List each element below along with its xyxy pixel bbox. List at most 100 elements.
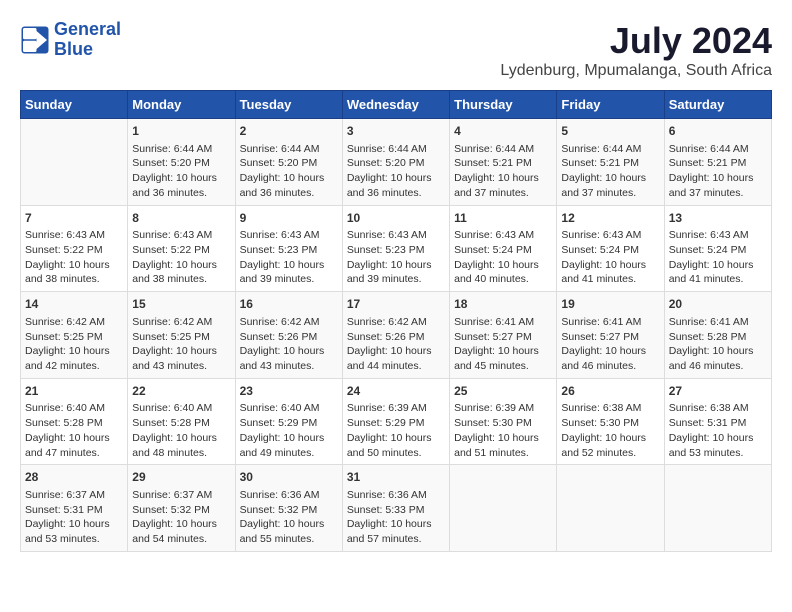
day-number: 22 [132, 383, 230, 400]
day-cell: 19 Sunrise: 6:41 AMSunset: 5:27 PMDayligh… [557, 292, 664, 379]
day-info: Sunrise: 6:44 AMSunset: 5:21 PMDaylight:… [561, 142, 659, 201]
day-cell: 12Sunrise: 6:43 AMSunset: 5:24 PMDayligh… [557, 205, 664, 292]
calendar-header: SundayMondayTuesdayWednesdayThursdayFrid… [21, 91, 772, 119]
day-cell: 9Sunrise: 6:43 AMSunset: 5:23 PMDaylight… [235, 205, 342, 292]
day-number: 12 [561, 210, 659, 227]
day-cell [21, 119, 128, 206]
day-cell: 14 Sunrise: 6:42 AMSunset: 5:25 PMDayligh… [21, 292, 128, 379]
day-cell: 17 Sunrise: 6:42 AMSunset: 5:26 PMDayligh… [342, 292, 449, 379]
day-number: 3 [347, 123, 445, 140]
day-info: Sunrise: 6:38 AMSunset: 5:31 PMDaylight:… [669, 401, 767, 460]
day-number: 24 [347, 383, 445, 400]
day-cell: 18 Sunrise: 6:41 AMSunset: 5:27 PMDayligh… [450, 292, 557, 379]
day-number: 18 [454, 296, 552, 313]
day-number: 14 [25, 296, 123, 313]
day-cell: 6 Sunrise: 6:44 AMSunset: 5:21 PMDaylight… [664, 119, 771, 206]
day-cell [557, 465, 664, 552]
day-info: Sunrise: 6:40 AMSunset: 5:29 PMDaylight:… [240, 401, 338, 460]
calendar-body: 1Sunrise: 6:44 AMSunset: 5:20 PMDaylight… [21, 119, 772, 552]
day-info: Sunrise: 6:42 AMSunset: 5:25 PMDaylight:… [132, 315, 230, 374]
day-cell: 7Sunrise: 6:43 AMSunset: 5:22 PMDaylight… [21, 205, 128, 292]
header-cell-sunday: Sunday [21, 91, 128, 119]
day-number: 2 [240, 123, 338, 140]
week-row-5: 28Sunrise: 6:37 AMSunset: 5:31 PMDayligh… [21, 465, 772, 552]
day-number: 4 [454, 123, 552, 140]
day-number: 19 [561, 296, 659, 313]
day-info: Sunrise: 6:44 AMSunset: 5:21 PMDaylight:… [454, 142, 552, 201]
calendar-title: July 2024 [500, 20, 772, 62]
day-number: 5 [561, 123, 659, 140]
day-info: Sunrise: 6:43 AMSunset: 5:22 PMDaylight:… [132, 228, 230, 287]
week-row-4: 21Sunrise: 6:40 AMSunset: 5:28 PMDayligh… [21, 378, 772, 465]
day-number: 6 [669, 123, 767, 140]
day-number: 21 [25, 383, 123, 400]
day-cell: 1Sunrise: 6:44 AMSunset: 5:20 PMDaylight… [128, 119, 235, 206]
day-number: 27 [669, 383, 767, 400]
day-cell: 26Sunrise: 6:38 AMSunset: 5:30 PMDayligh… [557, 378, 664, 465]
day-info: Sunrise: 6:43 AMSunset: 5:24 PMDaylight:… [669, 228, 767, 287]
day-number: 10 [347, 210, 445, 227]
day-number: 13 [669, 210, 767, 227]
page-header: General Blue July 2024 Lydenburg, Mpumal… [20, 20, 772, 80]
day-info: Sunrise: 6:41 AMSunset: 5:27 PMDaylight:… [454, 315, 552, 374]
week-row-3: 14 Sunrise: 6:42 AMSunset: 5:25 PMDayligh… [21, 292, 772, 379]
day-info: Sunrise: 6:40 AMSunset: 5:28 PMDaylight:… [132, 401, 230, 460]
day-number: 15 [132, 296, 230, 313]
header-cell-wednesday: Wednesday [342, 91, 449, 119]
day-info: Sunrise: 6:43 AMSunset: 5:24 PMDaylight:… [561, 228, 659, 287]
title-block: July 2024 Lydenburg, Mpumalanga, South A… [500, 20, 772, 80]
day-info: Sunrise: 6:37 AMSunset: 5:31 PMDaylight:… [25, 488, 123, 547]
header-cell-saturday: Saturday [664, 91, 771, 119]
day-cell: 4 Sunrise: 6:44 AMSunset: 5:21 PMDaylight… [450, 119, 557, 206]
day-info: Sunrise: 6:44 AMSunset: 5:20 PMDaylight:… [347, 142, 445, 201]
day-number: 20 [669, 296, 767, 313]
day-cell: 5 Sunrise: 6:44 AMSunset: 5:21 PMDaylight… [557, 119, 664, 206]
day-info: Sunrise: 6:36 AMSunset: 5:33 PMDaylight:… [347, 488, 445, 547]
day-cell: 2Sunrise: 6:44 AMSunset: 5:20 PMDaylight… [235, 119, 342, 206]
day-info: Sunrise: 6:43 AMSunset: 5:23 PMDaylight:… [240, 228, 338, 287]
day-info: Sunrise: 6:37 AMSunset: 5:32 PMDaylight:… [132, 488, 230, 547]
day-number: 25 [454, 383, 552, 400]
header-cell-tuesday: Tuesday [235, 91, 342, 119]
header-cell-monday: Monday [128, 91, 235, 119]
day-info: Sunrise: 6:42 AMSunset: 5:25 PMDaylight:… [25, 315, 123, 374]
day-cell: 27Sunrise: 6:38 AMSunset: 5:31 PMDayligh… [664, 378, 771, 465]
day-cell: 3 Sunrise: 6:44 AMSunset: 5:20 PMDaylight… [342, 119, 449, 206]
day-cell: 10Sunrise: 6:43 AMSunset: 5:23 PMDayligh… [342, 205, 449, 292]
day-number: 29 [132, 469, 230, 486]
day-cell [664, 465, 771, 552]
day-cell: 16Sunrise: 6:42 AMSunset: 5:26 PMDayligh… [235, 292, 342, 379]
header-cell-thursday: Thursday [450, 91, 557, 119]
day-cell: 31 Sunrise: 6:36 AMSunset: 5:33 PMDayligh… [342, 465, 449, 552]
day-info: Sunrise: 6:43 AMSunset: 5:22 PMDaylight:… [25, 228, 123, 287]
day-info: Sunrise: 6:43 AMSunset: 5:23 PMDaylight:… [347, 228, 445, 287]
day-cell: 24Sunrise: 6:39 AMSunset: 5:29 PMDayligh… [342, 378, 449, 465]
day-info: Sunrise: 6:39 AMSunset: 5:29 PMDaylight:… [347, 401, 445, 460]
day-cell: 25Sunrise: 6:39 AMSunset: 5:30 PMDayligh… [450, 378, 557, 465]
day-number: 8 [132, 210, 230, 227]
day-number: 23 [240, 383, 338, 400]
header-cell-friday: Friday [557, 91, 664, 119]
day-cell: 22Sunrise: 6:40 AMSunset: 5:28 PMDayligh… [128, 378, 235, 465]
calendar-subtitle: Lydenburg, Mpumalanga, South Africa [500, 62, 772, 80]
day-info: Sunrise: 6:36 AMSunset: 5:32 PMDaylight:… [240, 488, 338, 547]
day-info: Sunrise: 6:41 AMSunset: 5:27 PMDaylight:… [561, 315, 659, 374]
day-number: 7 [25, 210, 123, 227]
day-info: Sunrise: 6:40 AMSunset: 5:28 PMDaylight:… [25, 401, 123, 460]
day-number: 17 [347, 296, 445, 313]
day-info: Sunrise: 6:42 AMSunset: 5:26 PMDaylight:… [347, 315, 445, 374]
day-info: Sunrise: 6:44 AMSunset: 5:21 PMDaylight:… [669, 142, 767, 201]
day-number: 11 [454, 210, 552, 227]
week-row-1: 1Sunrise: 6:44 AMSunset: 5:20 PMDaylight… [21, 119, 772, 206]
day-number: 31 [347, 469, 445, 486]
day-cell: 11Sunrise: 6:43 AMSunset: 5:24 PMDayligh… [450, 205, 557, 292]
header-row: SundayMondayTuesdayWednesdayThursdayFrid… [21, 91, 772, 119]
logo-text: General Blue [54, 20, 121, 60]
day-info: Sunrise: 6:42 AMSunset: 5:26 PMDaylight:… [240, 315, 338, 374]
week-row-2: 7Sunrise: 6:43 AMSunset: 5:22 PMDaylight… [21, 205, 772, 292]
day-cell: 23Sunrise: 6:40 AMSunset: 5:29 PMDayligh… [235, 378, 342, 465]
calendar-table: SundayMondayTuesdayWednesdayThursdayFrid… [20, 90, 772, 552]
logo-icon [20, 25, 50, 55]
logo: General Blue [20, 20, 121, 60]
day-number: 30 [240, 469, 338, 486]
